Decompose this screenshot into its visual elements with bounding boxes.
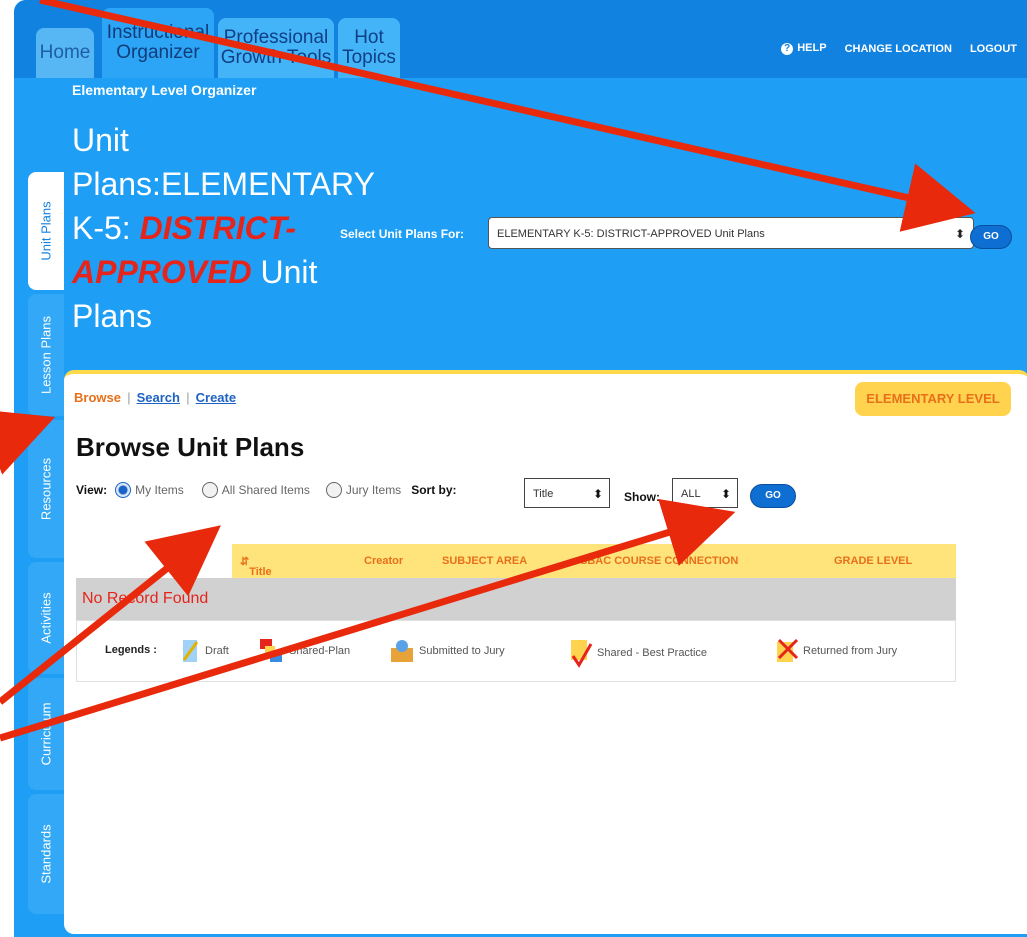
side-tab-label: Lesson Plans [38,315,54,395]
filter-go-button[interactable]: GO [750,484,796,508]
select-arrows-icon: ⬍ [720,487,731,501]
help-link[interactable]: ? HELP [781,42,827,55]
side-tab-label: Unit Plans [38,201,54,261]
show-label: Show: [624,490,660,504]
unit-plans-table: ⇵ Title Creator SUBJECT AREA SBAC COURSE… [76,544,956,682]
legend-shared-plan-label: Shared-Plan [289,645,351,657]
app-frame: Home Instructional Organizer Professiona… [14,0,1027,937]
table-header-blank [76,544,232,578]
select-arrows-icon: ⬍ [592,487,603,501]
legend-submitted-label: Submitted to Jury [419,645,505,657]
top-links: ? HELP CHANGE LOCATION LOGOUT [781,42,1017,55]
breadcrumb: Browse | Search | Create [74,390,236,405]
organizer-subtitle: Elementary Level Organizer [72,82,257,98]
logout-link[interactable]: LOGOUT [970,43,1017,55]
column-title-label: Title [249,566,272,578]
column-sbac-course-connection[interactable]: SBAC COURSE CONNECTION [580,555,738,567]
side-tab-standards[interactable]: Standards [28,794,64,914]
legend-draft: Draft [181,638,229,664]
side-tab-label: Standards [38,824,54,884]
change-location-link[interactable]: CHANGE LOCATION [845,43,952,55]
show-select[interactable]: ALL ⬍ [672,478,738,508]
view-label: View: [76,483,108,497]
legend-returned-label: Returned from Jury [803,645,898,657]
legend-submitted-to-jury: Submitted to Jury [389,638,505,664]
browse-title: Browse Unit Plans [76,432,305,462]
top-nav-bar: Home Instructional Organizer Professiona… [14,0,1027,78]
sort-by-value: Title [533,488,554,500]
jury-items-radio[interactable] [325,482,342,498]
all-shared-radio[interactable] [201,482,218,498]
submitted-to-jury-icon [391,640,413,662]
jury-items-label: Jury Items [345,483,402,497]
legend-shared-plan: Shared-Plan [259,638,350,664]
page-title: Unit Plans:ELEMENTARY K-5: DISTRICT-APPR… [72,118,374,338]
select-arrows-icon: ⬍ [954,227,965,241]
level-badge: ELEMENTARY LEVEL [855,382,1011,416]
unit-select-go-button[interactable]: GO [970,225,1012,249]
breadcrumb-separator: | [126,390,131,405]
shared-plan-icon [260,639,282,662]
my-items-radio[interactable] [115,482,132,498]
legend-returned-from-jury: Returned from Jury [775,638,897,664]
side-tab-activities[interactable]: Activities [28,562,64,674]
sort-by-label: Sort by: [411,483,457,497]
side-tab-resources[interactable]: Resources [28,420,64,558]
unit-plans-select-value: ELEMENTARY K-5: DISTRICT-APPROVED Unit P… [497,228,765,240]
best-practice-checkmark-icon [571,640,593,668]
side-tab-curriculum[interactable]: Curriculum [28,678,64,790]
breadcrumb-search[interactable]: Search [137,390,180,405]
legend-best-practice-label: Shared - Best Practice [597,647,708,659]
column-subject-area[interactable]: SUBJECT AREA [442,555,527,567]
unit-plans-select-label: Select Unit Plans For: [340,227,465,241]
all-shared-label: All Shared Items [221,483,310,497]
unit-plans-select[interactable]: ELEMENTARY K-5: DISTRICT-APPROVED Unit P… [488,217,974,249]
side-tab-label: Curriculum [38,702,54,766]
show-value: ALL [681,488,701,500]
tab-hot-topics[interactable]: Hot Topics [338,18,400,78]
legend-row: Legends : Draft Shared-Plan Submitted to… [76,620,956,682]
side-tab-label: Resources [38,457,54,521]
table-header: ⇵ Title Creator SUBJECT AREA SBAC COURSE… [76,544,956,578]
my-items-label: My Items [135,483,184,497]
legend-draft-label: Draft [205,645,229,657]
main-content-panel: Browse | Search | Create ELEMENTARY LEVEL Br… [64,370,1027,934]
tab-professional-growth-tools[interactable]: Professional Growth Tools [218,18,334,78]
returned-from-jury-x-icon [777,638,799,662]
draft-pencil-icon [182,640,199,662]
filter-bar: View: My Items All Shared Items Jury Ite… [76,482,457,498]
breadcrumb-separator: | [185,390,190,405]
column-title[interactable]: ⇵ Title [240,555,272,578]
tab-home[interactable]: Home [36,28,94,78]
side-tab-unit-plans[interactable]: Unit Plans [28,172,64,290]
breadcrumb-create[interactable]: Create [196,390,236,405]
help-label: HELP [797,42,827,54]
sort-by-select[interactable]: Title ⬍ [524,478,610,508]
column-creator[interactable]: Creator [364,555,403,567]
column-grade-level[interactable]: GRADE LEVEL [834,555,912,567]
help-icon: ? [781,43,794,55]
side-tab-label: Activities [38,592,54,644]
legend-shared-best-practice: Shared - Best Practice [569,638,707,668]
tab-instructional-organizer[interactable]: Instructional Organizer [102,8,214,78]
no-records-row: No Record Found [76,578,956,620]
breadcrumb-browse[interactable]: Browse [74,390,121,405]
side-tab-lesson-plans[interactable]: Lesson Plans [28,294,64,416]
legend-label: Legends : [105,644,157,656]
